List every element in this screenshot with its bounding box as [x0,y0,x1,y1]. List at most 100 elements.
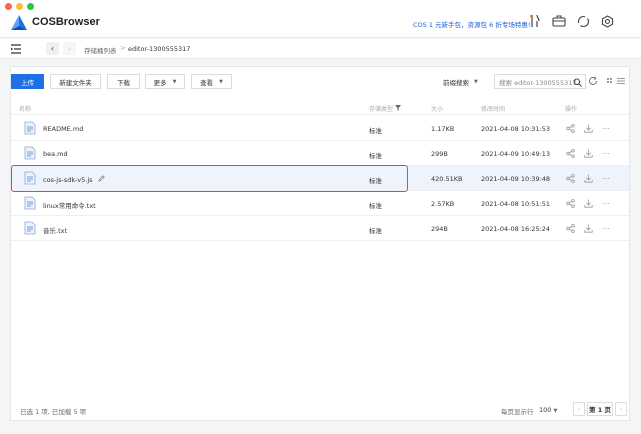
download-icon[interactable] [583,198,593,208]
breadcrumb-bucket-list[interactable]: 存储桶列表 [84,45,117,55]
file-name[interactable]: bea.md [43,150,68,158]
download-icon[interactable] [583,223,593,233]
sync-icon[interactable] [576,14,590,28]
page-size-select[interactable]: 100 ▼ [539,406,557,414]
share-icon[interactable] [565,173,575,183]
search-input[interactable]: 搜索 editor-1300555317 [494,74,586,89]
row-actions: ⋯ [565,123,611,133]
file-modified: 2021-04-08 10:51:51 [481,200,551,208]
window-controls [5,3,34,10]
more-actions-icon[interactable]: ⋯ [601,148,611,158]
share-icon[interactable] [565,223,575,233]
chevron-down-icon: ▼ [172,78,177,85]
more-actions-icon[interactable]: ⋯ [601,223,611,233]
chevron-down-icon: ▼ [219,78,223,85]
next-page-button[interactable]: › [615,402,627,416]
page-size-label: 每页显示行 [501,408,534,416]
file-icon [24,171,36,185]
breadcrumb-separator: > [120,44,126,52]
selection-status: 已选 1 项, 已加载 5 项 [20,408,87,416]
table-row[interactable]: bea.md 标准 299B 2021-04-09 10:49:13 ⋯ [11,141,629,166]
header-storage-type[interactable]: 存储类型 [369,104,401,113]
row-actions: ⋯ [565,148,611,158]
download-button[interactable]: 下载 [107,74,140,89]
file-name[interactable]: README.md [43,125,83,133]
file-icon [24,146,36,160]
table-row[interactable]: 音乐.txt 标准 294B 2021-04-08 16:25:24 ⋯ [11,216,629,241]
header-storage-label: 存储类型 [369,106,394,113]
list-view-icon[interactable] [607,77,625,85]
file-icon [24,221,36,235]
more-dropdown[interactable]: 更多 ▼ [145,74,185,89]
file-storage: 标准 [369,177,382,185]
row-actions: ⋯ [565,223,611,233]
forward-button[interactable]: › [63,42,76,55]
file-list-panel: 上传 新建文件夹 下载 更多 ▼ 查看 ▼ 前缀搜索 ▼ 搜索 editor-1300… [10,66,630,421]
header-name[interactable]: 名称 [19,104,31,113]
file-size: 420.51KB [431,175,463,183]
more-actions-icon[interactable]: ⋯ [601,123,611,133]
header-size[interactable]: 大小 [431,104,443,113]
file-storage: 标准 [369,127,382,135]
back-button[interactable]: ‹ [46,42,59,55]
file-size: 294B [431,225,448,233]
upload-button[interactable]: 上传 [11,74,44,89]
promo-link[interactable]: COS 1 元新手包，资源包 6 折专场特惠! [413,19,530,29]
table-row[interactable]: README.md 标准 1.17KB 2021-04-08 10:31:53 … [11,116,629,141]
more-actions-icon[interactable]: ⋯ [601,173,611,183]
table-row-selected[interactable]: cos-js-sdk-v5.js 标准 420.51KB 2021-04-09 … [11,166,629,191]
maximize-window-button[interactable] [27,3,34,10]
toolbar: 上传 新建文件夹 下载 更多 ▼ 查看 ▼ 前缀搜索 ▼ 搜索 editor-1300… [11,67,629,97]
titlebar-tools [528,14,614,28]
pagination: ‹ 第 1 页 › [573,402,627,416]
download-icon[interactable] [583,173,593,183]
breadcrumb-bar: ‹ › 存储桶列表 > editor-1300555317 [0,39,641,59]
header-modified[interactable]: 修改时间 [481,104,505,113]
file-name[interactable]: cos-js-sdk-v5.js [43,175,105,184]
menu-icon[interactable] [10,43,22,55]
more-actions-icon[interactable]: ⋯ [601,198,611,208]
page-size-value: 100 [539,406,552,414]
refresh-icon[interactable] [588,76,598,86]
cos-logo-icon [11,15,27,30]
filter-icon[interactable] [394,105,401,111]
app-window: COSBrowser COS 1 元新手包，资源包 6 折专场特惠! ‹ › 存… [0,0,641,434]
rename-pencil-icon[interactable] [98,175,105,182]
header-ops: 操作 [565,106,578,113]
file-icon [24,196,36,210]
table-row[interactable]: linux常用命令.txt 标准 2.57KB 2021-04-08 10:51… [11,191,629,216]
toolbox-icon[interactable] [552,14,566,28]
more-label: 更多 [153,78,167,87]
download-icon[interactable] [583,148,593,158]
chevron-down-icon: ▼ [474,78,478,85]
share-icon[interactable] [565,198,575,208]
file-modified: 2021-04-09 10:49:13 [481,150,551,158]
minimize-window-button[interactable] [16,3,23,10]
view-dropdown[interactable]: 查看 ▼ [191,74,232,89]
search-scope-select[interactable]: 前缀搜索 ▼ [443,74,478,89]
tools-icon[interactable] [528,14,542,28]
file-modified: 2021-04-08 16:25:24 [481,225,551,233]
file-name[interactable]: 音乐.txt [43,225,67,235]
close-window-button[interactable] [5,3,12,10]
title-bar: COSBrowser COS 1 元新手包，资源包 6 折专场特惠! [0,0,641,38]
file-name[interactable]: linux常用命令.txt [43,200,96,210]
file-size: 299B [431,150,448,158]
table-footer: 已选 1 项, 已加载 5 项 每页显示行 100 ▼ ‹ 第 1 页 › [11,399,629,421]
share-icon[interactable] [565,123,575,133]
file-modified: 2021-04-08 10:31:53 [481,125,551,133]
share-icon[interactable] [565,148,575,158]
search-placeholder: 搜索 editor-1300555317 [499,78,577,87]
download-icon[interactable] [583,123,593,133]
new-folder-button[interactable]: 新建文件夹 [50,74,101,89]
breadcrumb-bucket[interactable]: editor-1300555317 [128,45,190,53]
view-label: 查看 [200,78,214,87]
file-size: 1.17KB [431,125,455,133]
search-icon[interactable] [573,78,582,87]
current-page[interactable]: 第 1 页 [587,402,613,416]
file-storage: 标准 [369,152,382,160]
settings-gear-icon[interactable] [600,14,614,28]
prev-page-button[interactable]: ‹ [573,402,585,416]
file-storage: 标准 [369,227,382,235]
row-actions: ⋯ [565,198,611,208]
